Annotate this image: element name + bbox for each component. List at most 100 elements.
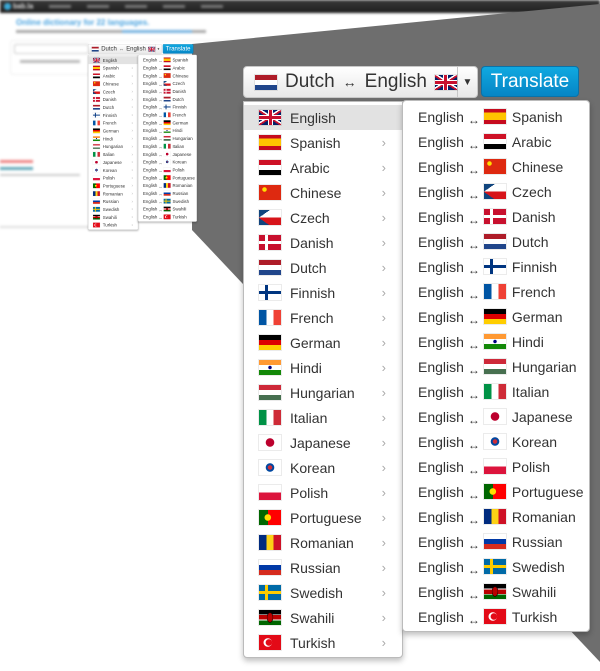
- menu-item-japanese[interactable]: Japanese ›: [88, 158, 138, 166]
- submenu-item-english-turkish[interactable]: English ↔ Turkish: [403, 604, 589, 629]
- menu-item-spanish[interactable]: Spanish ›: [244, 130, 402, 155]
- flag-english-icon: [148, 46, 156, 52]
- flag-german-icon: [259, 335, 281, 350]
- submenu-item-english-german[interactable]: English ↔ German: [138, 119, 196, 127]
- menu-item-swedish[interactable]: Swedish ›: [244, 580, 402, 605]
- menu-item-arabic[interactable]: Arabic ›: [88, 72, 138, 80]
- menu-item-czech[interactable]: Czech ›: [244, 205, 402, 230]
- submenu-item-english-polish[interactable]: English ↔ Polish: [138, 166, 196, 174]
- menu-item-italian[interactable]: Italian ›: [244, 405, 402, 430]
- menu-item-russian[interactable]: Russian ›: [88, 198, 138, 206]
- source-language-label: English: [142, 151, 158, 157]
- menu-item-polish[interactable]: Polish ›: [244, 480, 402, 505]
- submenu-item-english-danish[interactable]: English ↔ Danish: [138, 87, 196, 95]
- language-pair-dropdown[interactable]: Dutch ↔ English ▼: [243, 66, 478, 98]
- dropdown-caret-button[interactable]: ▼: [155, 44, 161, 54]
- submenu-item-english-russian[interactable]: English ↔ Russian: [403, 529, 589, 554]
- submenu-item-english-swedish[interactable]: English ↔ Swedish: [403, 554, 589, 579]
- submenu-item-english-japanese[interactable]: English ↔ Japanese: [138, 150, 196, 158]
- submenu-item-english-french[interactable]: English ↔ French: [403, 279, 589, 304]
- menu-item-english[interactable]: English: [244, 105, 402, 130]
- language-pair-dropdown[interactable]: Dutch ↔ English ▼: [88, 44, 162, 55]
- submenu-item-english-spanish[interactable]: English ↔ Spanish: [138, 56, 196, 64]
- submenu-item-english-portuguese[interactable]: English ↔ Portuguese: [403, 479, 589, 504]
- submenu-item-english-dutch[interactable]: English ↔ Dutch: [138, 95, 196, 103]
- submenu-item-english-chinese[interactable]: English ↔ Chinese: [403, 154, 589, 179]
- menu-item-chinese[interactable]: Chinese ›: [88, 80, 138, 88]
- menu-item-polish[interactable]: Polish ›: [88, 174, 138, 182]
- submenu-item-english-portuguese[interactable]: English ↔ Portuguese: [138, 174, 196, 182]
- translate-button[interactable]: Translate: [481, 66, 579, 97]
- menu-item-russian[interactable]: Russian ›: [244, 555, 402, 580]
- submenu-item-english-danish[interactable]: English ↔ Danish: [403, 204, 589, 229]
- menu-item-hungarian[interactable]: Hungarian ›: [88, 143, 138, 151]
- submenu-item-english-finnish[interactable]: English ↔ Finnish: [138, 103, 196, 111]
- submenu-item-english-swedish[interactable]: English ↔ Swedish: [138, 197, 196, 205]
- submenu-item-english-finnish[interactable]: English ↔ Finnish: [403, 254, 589, 279]
- menu-item-korean[interactable]: Korean ›: [88, 166, 138, 174]
- menu-item-finnish[interactable]: Finnish ›: [244, 280, 402, 305]
- submenu-item-english-swahili[interactable]: English ↔ Swahili: [403, 579, 589, 604]
- submenu-item-english-italian[interactable]: English ↔ Italian: [138, 142, 196, 150]
- submenu-item-english-korean[interactable]: English ↔ Korean: [138, 158, 196, 166]
- menu-item-english[interactable]: English: [88, 56, 138, 65]
- menu-item-chinese[interactable]: Chinese ›: [244, 180, 402, 205]
- submenu-item-english-swahili[interactable]: English ↔ Swahili: [138, 205, 196, 213]
- menu-item-french[interactable]: French ›: [244, 305, 402, 330]
- menu-item-dutch[interactable]: Dutch ›: [88, 103, 138, 111]
- menu-item-hindi[interactable]: Hindi ›: [244, 355, 402, 380]
- menu-item-arabic[interactable]: Arabic ›: [244, 155, 402, 180]
- menu-item-italian[interactable]: Italian ›: [88, 150, 138, 158]
- menu-item-swahili[interactable]: Swahili ›: [244, 605, 402, 630]
- submenu-item-english-hungarian[interactable]: English ↔ Hungarian: [138, 134, 196, 142]
- translate-button[interactable]: Translate: [162, 44, 194, 54]
- target-language-label: Japanese: [511, 408, 573, 425]
- menu-item-portuguese[interactable]: Portuguese ›: [244, 505, 402, 530]
- submenu-item-english-russian[interactable]: English ↔ Russian: [138, 189, 196, 197]
- menu-item-portuguese[interactable]: Portuguese ›: [88, 182, 138, 190]
- menu-item-danish[interactable]: Danish ›: [88, 95, 138, 103]
- submenu-item-english-chinese[interactable]: English ↔ Chinese: [138, 72, 196, 80]
- submenu-item-english-german[interactable]: English ↔ German: [403, 304, 589, 329]
- submenu-item-english-italian[interactable]: English ↔ Italian: [403, 379, 589, 404]
- submenu-item-english-turkish[interactable]: English ↔ Turkish: [138, 213, 196, 221]
- menu-item-danish[interactable]: Danish ›: [244, 230, 402, 255]
- submenu-item-english-polish[interactable]: English ↔ Polish: [403, 454, 589, 479]
- menu-item-swahili[interactable]: Swahili ›: [88, 213, 138, 221]
- submenu-item-english-czech[interactable]: English ↔ Czech: [138, 79, 196, 87]
- menu-item-hungarian[interactable]: Hungarian ›: [244, 380, 402, 405]
- submenu-item-english-hindi[interactable]: English ↔ Hindi: [138, 127, 196, 135]
- submenu-item-english-romanian[interactable]: English ↔ Romanian: [403, 504, 589, 529]
- menu-item-spanish[interactable]: Spanish ›: [88, 64, 138, 72]
- menu-item-romanian[interactable]: Romanian ›: [244, 530, 402, 555]
- language-pair-display[interactable]: Dutch ↔ English: [244, 67, 457, 97]
- menu-item-label: Czech: [102, 89, 116, 95]
- menu-item-swedish[interactable]: Swedish ›: [88, 205, 138, 213]
- language-pair-display[interactable]: Dutch ↔ English: [88, 44, 156, 53]
- submenu-item-english-spanish[interactable]: English ↔ Spanish: [403, 104, 589, 129]
- submenu-item-english-arabic[interactable]: English ↔ Arabic: [403, 129, 589, 154]
- submenu-item-english-arabic[interactable]: English ↔ Arabic: [138, 64, 196, 72]
- submenu-item-english-japanese[interactable]: English ↔ Japanese: [403, 404, 589, 429]
- menu-item-hindi[interactable]: Hindi ›: [88, 135, 138, 143]
- submenu-item-english-french[interactable]: English ↔ French: [138, 111, 196, 119]
- target-language-label: Romanian: [511, 508, 576, 525]
- menu-item-finnish[interactable]: Finnish ›: [88, 111, 138, 119]
- menu-item-romanian[interactable]: Romanian ›: [88, 190, 138, 198]
- menu-item-czech[interactable]: Czech ›: [88, 88, 138, 96]
- menu-item-turkish[interactable]: Turkish ›: [244, 630, 402, 655]
- menu-item-german[interactable]: German ›: [88, 127, 138, 135]
- submenu-item-english-czech[interactable]: English ↔ Czech: [403, 179, 589, 204]
- menu-item-german[interactable]: German ›: [244, 330, 402, 355]
- submenu-item-english-korean[interactable]: English ↔ Korean: [403, 429, 589, 454]
- menu-item-turkish[interactable]: Turkish ›: [88, 221, 138, 229]
- dropdown-caret-button[interactable]: ▼: [456, 67, 477, 97]
- submenu-item-english-hungarian[interactable]: English ↔ Hungarian: [403, 354, 589, 379]
- submenu-item-english-romanian[interactable]: English ↔ Romanian: [138, 182, 196, 190]
- menu-item-dutch[interactable]: Dutch ›: [244, 255, 402, 280]
- menu-item-korean[interactable]: Korean ›: [244, 455, 402, 480]
- menu-item-japanese[interactable]: Japanese ›: [244, 430, 402, 455]
- menu-item-french[interactable]: French ›: [88, 119, 138, 127]
- submenu-item-english-dutch[interactable]: English ↔ Dutch: [403, 229, 589, 254]
- submenu-item-english-hindi[interactable]: English ↔ Hindi: [403, 329, 589, 354]
